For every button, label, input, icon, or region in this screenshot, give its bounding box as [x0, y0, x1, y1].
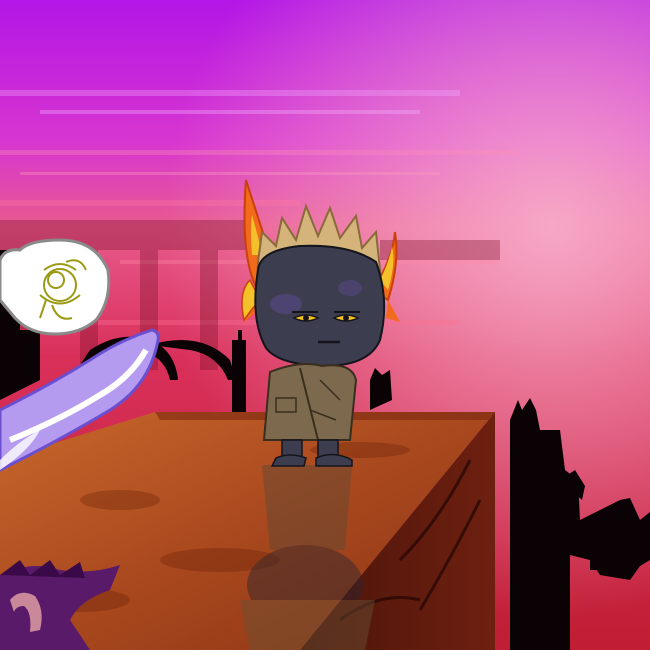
- scene-canvas: [0, 0, 650, 650]
- flower-speech-bubble-icon: [0, 238, 111, 336]
- scene: [0, 0, 650, 650]
